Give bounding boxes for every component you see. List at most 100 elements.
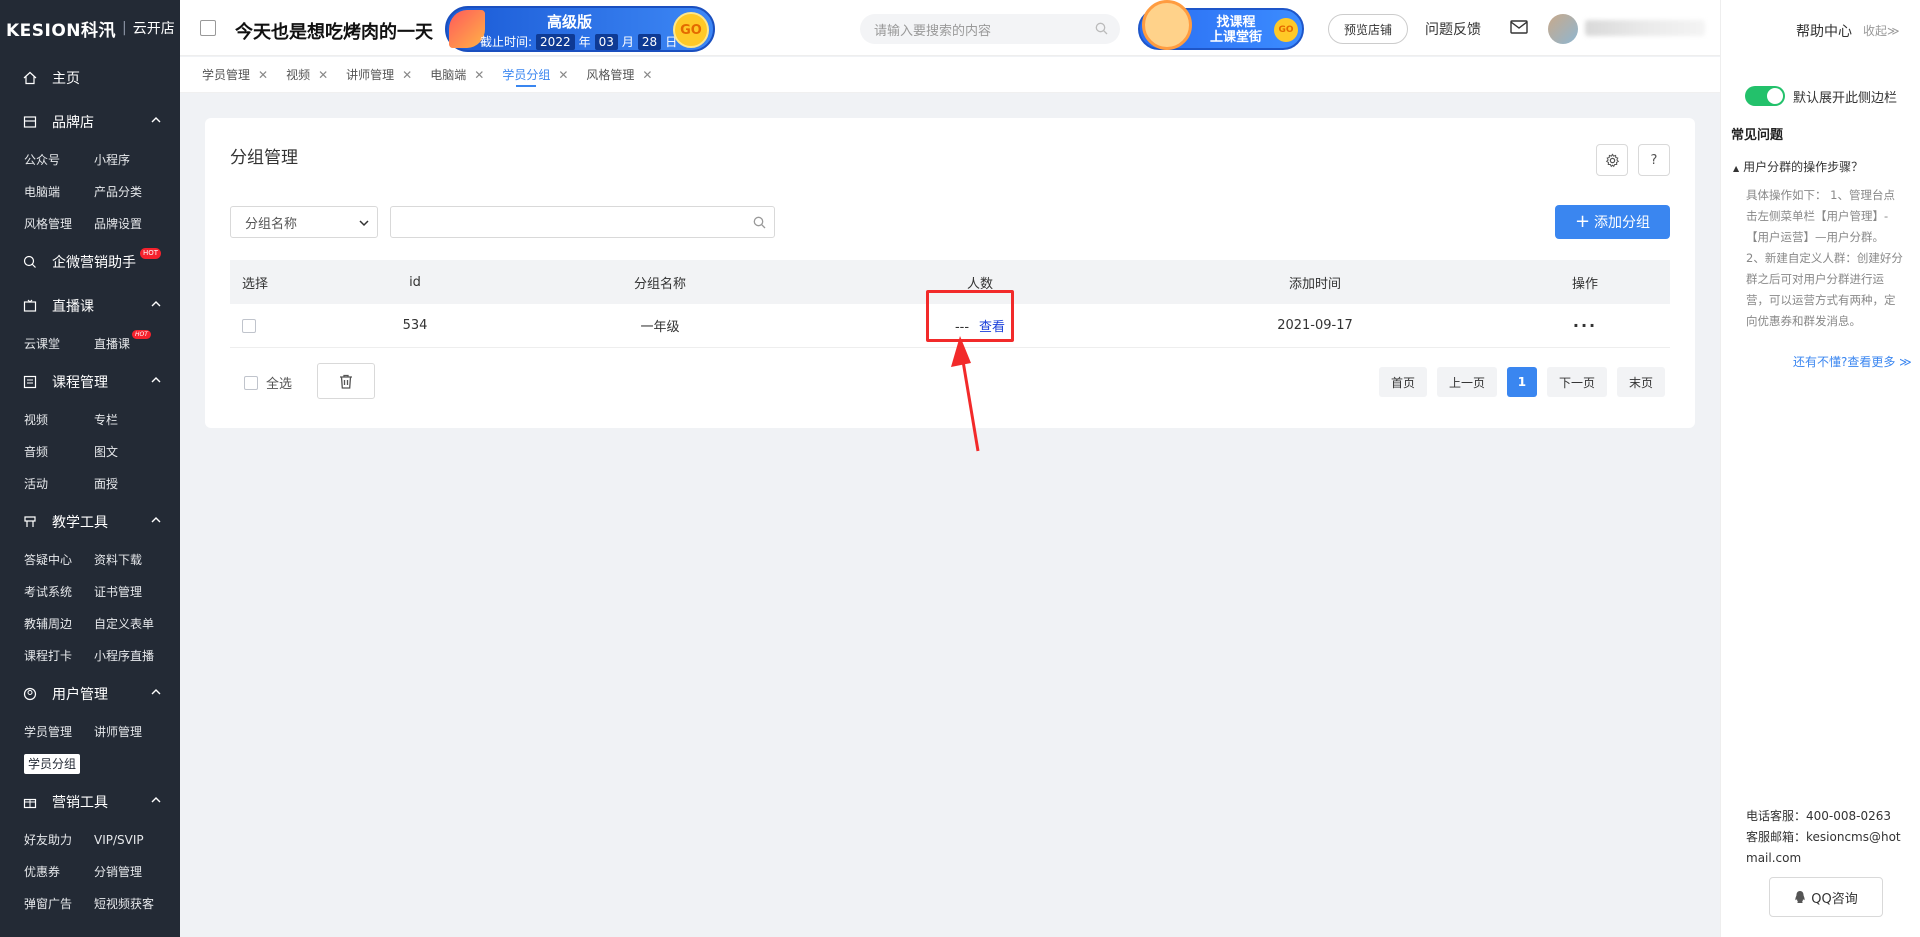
logo-text: KESION科汛 [6, 20, 117, 41]
sidebar-item-wecom-assistant[interactable]: 企微营销助手 HOT [0, 240, 180, 284]
sidebar-item-check-in[interactable]: 课程打卡 [24, 640, 94, 672]
filter-field-select[interactable]: 分组名称 [230, 206, 378, 238]
sidebar-item-video[interactable]: 视频 [24, 404, 94, 436]
settings-button[interactable] [1596, 144, 1628, 176]
logo-product: 云开店 [132, 21, 175, 37]
sidebar-item-article[interactable]: 图文 [94, 436, 174, 468]
sidebar-item-friend-boost[interactable]: 好友助力 [24, 824, 94, 856]
table-row: 534 一年级 --- 查看 2021-09-17 ··· [230, 304, 1670, 348]
row-time: 2021-09-17 [1277, 318, 1353, 333]
sidebar-group-brand-store[interactable]: 品牌店 [0, 100, 180, 144]
sidebar-item-popup-ads[interactable]: 弹窗广告 [24, 888, 94, 920]
collapse-button[interactable]: 收起≫ [1863, 22, 1900, 39]
tab-bar: 学员管理 ✕ 视频 ✕ 讲师管理 ✕ 电脑端 ✕ 学员分组 ✕ 风格管理 ✕ [180, 57, 1720, 93]
sidebar-item-style[interactable]: 风格管理 [24, 208, 94, 240]
more-actions-icon[interactable]: ··· [1573, 316, 1597, 335]
sidebar-item-pc[interactable]: 电脑端 [24, 176, 94, 208]
sidebar-item-qa[interactable]: 答疑中心 [24, 544, 94, 576]
sidebar-item-vip[interactable]: VIP/SVIP [94, 824, 174, 856]
sidebar-item-live-course[interactable]: 直播课 HOT [94, 328, 174, 360]
close-icon[interactable]: ✕ [558, 68, 568, 82]
sidebar-item-home[interactable]: 主页 [0, 56, 180, 100]
row-checkbox[interactable] [242, 318, 256, 333]
close-icon[interactable]: ✕ [642, 68, 652, 82]
sidebar-item-brand-settings[interactable]: 品牌设置 [94, 208, 174, 240]
close-icon[interactable]: ✕ [258, 68, 268, 82]
qq-consult-button[interactable]: QQ咨询 [1769, 877, 1883, 917]
tab-teacher-management[interactable]: 讲师管理 ✕ [346, 57, 412, 93]
sidebar-group-user-management[interactable]: 用户管理 [0, 672, 180, 716]
feedback-link[interactable]: 问题反馈 [1425, 19, 1481, 39]
row-id: 534 [402, 318, 428, 333]
sidebar-item-exam[interactable]: 考试系统 [24, 576, 94, 608]
sidebar-item-official-account[interactable]: 公众号 [24, 144, 94, 176]
shop-icon[interactable] [200, 20, 216, 36]
contact-email: 客服邮箱：kesioncms@hotmail.com [1746, 830, 1901, 865]
filter-search-input[interactable] [390, 206, 775, 238]
add-group-button[interactable]: + 添加分组 [1555, 205, 1670, 239]
sidebar-item-activity[interactable]: 活动 [24, 468, 94, 500]
sidebar-item-student-management[interactable]: 学员管理 [24, 716, 94, 748]
page-prev-button[interactable]: 上一页 [1436, 367, 1497, 397]
help-button[interactable]: ? [1638, 144, 1670, 176]
sidebar-group-course[interactable]: 课程管理 [0, 360, 180, 404]
sidebar-item-mini-program[interactable]: 小程序 [94, 144, 174, 176]
delete-button[interactable] [317, 363, 375, 399]
group-management-card: 分组管理 ? 分组名称 + 添加分组 选择 id 分组名称 人数 添加时间 操作… [205, 118, 1695, 428]
sidebar-item-teacher-management[interactable]: 讲师管理 [94, 716, 174, 748]
version-title: 高级版 [547, 13, 593, 31]
chevron-up-icon [151, 689, 161, 695]
tab-student-group[interactable]: 学员分组 ✕ [502, 57, 568, 93]
faq-question[interactable]: ▲ 用户分群的操作步骤？ [1733, 158, 1863, 175]
contact-phone: 电话客服：400-008-0263 [1746, 809, 1892, 823]
logo[interactable]: KESION科汛 | 云开店 [0, 0, 180, 56]
tab-video[interactable]: 视频 ✕ [286, 57, 328, 93]
select-all-checkbox[interactable] [244, 375, 258, 390]
select-all[interactable]: 全选 [244, 373, 292, 392]
sidebar-item-mini-live[interactable]: 小程序直播 [94, 640, 174, 672]
go-button[interactable]: GO [1274, 18, 1298, 42]
sidebar-group-live[interactable]: 直播课 [0, 284, 180, 328]
row-name: 一年级 [640, 320, 680, 335]
sidebar-item-certificate[interactable]: 证书管理 [94, 576, 174, 608]
sidebar-item-cloud-class[interactable]: 云课堂 [24, 328, 94, 360]
page-current[interactable]: 1 [1506, 367, 1537, 397]
close-icon[interactable]: ✕ [318, 68, 328, 82]
sidebar-item-custom-form[interactable]: 自定义表单 [94, 608, 174, 640]
sidebar-item-coupon[interactable]: 优惠券 [24, 856, 94, 888]
search-input[interactable]: 请输入要搜索的内容 [860, 14, 1120, 44]
sidebar-item-downloads[interactable]: 资料下载 [94, 544, 174, 576]
sidebar-item-student-group[interactable]: 学员分组 [24, 748, 94, 780]
sidebar-item-distribution[interactable]: 分销管理 [94, 856, 174, 888]
sidebar-item-audio[interactable]: 音频 [24, 436, 94, 468]
search-icon[interactable] [753, 216, 766, 229]
sidebar-item-offline-class[interactable]: 面授 [94, 468, 174, 500]
view-members-link[interactable]: 查看 [979, 320, 1005, 335]
close-icon[interactable]: ✕ [402, 68, 412, 82]
page-last-button[interactable]: 末页 [1616, 367, 1665, 397]
page-next-button[interactable]: 下一页 [1546, 367, 1607, 397]
trash-icon [340, 374, 352, 389]
sidebar-group-teaching-tools[interactable]: 教学工具 [0, 500, 180, 544]
top-header: 今天也是想吃烤肉的一天 高级版 截止时间: 2022 年 03 月 28 日 G… [180, 0, 1720, 56]
find-course-badge[interactable]: 找课程 上课堂街 GO [1138, 0, 1304, 54]
version-badge[interactable]: 高级版 截止时间: 2022 年 03 月 28 日 GO [445, 6, 715, 52]
tab-student-management[interactable]: 学员管理 ✕ [202, 57, 268, 93]
sidebar-item-short-video[interactable]: 短视频获客 [94, 888, 174, 920]
sidebar-group-marketing[interactable]: 营销工具 [0, 780, 180, 824]
avatar[interactable] [1548, 14, 1578, 44]
preview-store-button[interactable]: 预览店铺 [1328, 14, 1408, 44]
faq-more-link[interactable]: 还有不懂?查看更多 ≫ [1793, 353, 1912, 370]
close-icon[interactable]: ✕ [474, 68, 484, 82]
sidebar-item-teaching-aids[interactable]: 教辅周边 [24, 608, 94, 640]
page-first-button[interactable]: 首页 [1378, 367, 1427, 397]
tab-pc[interactable]: 电脑端 ✕ [430, 57, 484, 93]
default-expand-toggle[interactable] [1745, 86, 1785, 106]
sidebar-item-column[interactable]: 专栏 [94, 404, 174, 436]
search-icon[interactable] [1095, 22, 1108, 35]
tab-style-management[interactable]: 风格管理 ✕ [586, 57, 652, 93]
sidebar-item-product-category[interactable]: 产品分类 [94, 176, 174, 208]
mail-icon[interactable] [1510, 20, 1528, 34]
go-button[interactable]: GO [673, 12, 709, 48]
mascot-icon [1142, 0, 1192, 50]
